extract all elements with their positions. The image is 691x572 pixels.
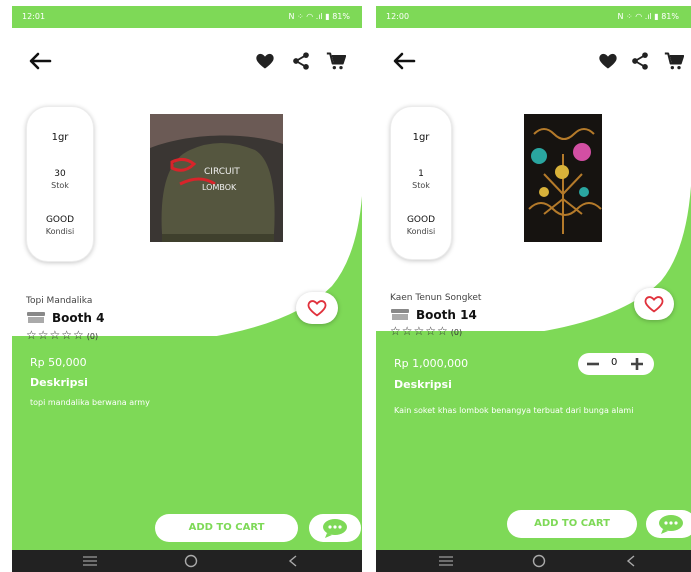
condition-stat: GOOD Kondisi	[391, 215, 451, 237]
app-toolbar	[376, 46, 691, 76]
quantity-value: 0	[611, 357, 618, 368]
quantity-stepper: 0	[578, 353, 654, 375]
add-to-cart-button[interactable]: ADD TO CART	[155, 514, 298, 542]
rating-count: (0)	[450, 328, 463, 337]
system-nav-bar	[376, 550, 691, 572]
plus-icon[interactable]	[630, 357, 644, 371]
description-title: Deskripsi	[394, 378, 452, 391]
product-price: Rp 1,000,000	[394, 357, 469, 370]
back-nav-icon[interactable]	[288, 555, 298, 567]
stock-value: 30	[54, 169, 66, 179]
stock-value: 1	[418, 169, 424, 179]
heart-outline-icon	[644, 296, 664, 313]
home-icon[interactable]	[532, 554, 546, 568]
weight-value: 1gr	[51, 132, 69, 143]
rating-stars: ☆☆☆☆☆	[390, 324, 449, 338]
recents-icon[interactable]	[82, 556, 98, 566]
booth-link[interactable]: Booth 4	[26, 311, 104, 325]
phone-screen-2: 12:00 N ⁘ ◠ .ıl ▮ 81% 1gr 1 Stok GOOD Ko…	[376, 6, 691, 572]
description-text: Kain soket khas lombok benangya terbuat …	[394, 406, 634, 415]
favorite-button[interactable]	[634, 288, 674, 320]
back-nav-icon[interactable]	[626, 555, 636, 567]
chat-icon	[323, 519, 347, 538]
share-icon[interactable]	[291, 51, 311, 71]
status-bar: 12:01 N ⁘ ◠ .ıl ▮ 81%	[12, 6, 362, 28]
status-bar: 12:00 N ⁘ ◠ .ıl ▮ 81%	[376, 6, 691, 28]
product-stats-card: 1gr 30 Stok GOOD Kondisi	[26, 106, 94, 262]
stock-label: Stok	[51, 181, 69, 190]
product-price: Rp 50,000	[30, 356, 87, 369]
chat-button[interactable]	[646, 510, 691, 538]
weight-value: 1gr	[412, 132, 430, 143]
store-icon	[27, 312, 45, 323]
condition-label: Kondisi	[45, 227, 75, 236]
cart-icon[interactable]	[326, 51, 346, 71]
product-stats-card: 1gr 1 Stok GOOD Kondisi	[390, 106, 452, 260]
rating: ☆☆☆☆☆ (0)	[26, 328, 98, 342]
app-toolbar	[12, 46, 362, 76]
product-image-songket	[524, 114, 602, 242]
home-icon[interactable]	[184, 554, 198, 568]
cap-text-1: CIRCUIT	[204, 167, 240, 177]
status-icons: N ⁘ ◠ .ıl ▮ 81%	[288, 12, 350, 21]
heart-icon[interactable]	[598, 51, 618, 71]
status-time: 12:00	[386, 12, 410, 21]
back-arrow-icon[interactable]	[28, 52, 52, 70]
share-icon[interactable]	[630, 51, 650, 71]
booth-link[interactable]: Booth 14	[390, 308, 477, 322]
product-name: Topi Mandalika	[26, 296, 93, 306]
minus-icon[interactable]	[586, 358, 600, 370]
condition-value: GOOD	[406, 215, 436, 225]
stock-stat: 1 Stok	[391, 169, 451, 191]
condition-value: GOOD	[45, 215, 75, 225]
status-time: 12:01	[22, 12, 46, 21]
rating: ☆☆☆☆☆ (0)	[390, 324, 462, 338]
stock-label: Stok	[412, 181, 430, 190]
rating-count: (0)	[86, 332, 99, 341]
recents-icon[interactable]	[438, 556, 454, 566]
heart-icon[interactable]	[255, 51, 275, 71]
chat-icon	[659, 515, 683, 534]
back-arrow-icon[interactable]	[392, 52, 416, 70]
add-to-cart-button[interactable]: ADD TO CART	[507, 510, 637, 538]
system-nav-bar	[12, 550, 362, 572]
favorite-button[interactable]	[296, 292, 338, 324]
store-icon	[391, 309, 409, 320]
product-image-cap: CIRCUIT LOMBOK	[150, 114, 283, 242]
phone-screen-1: 12:01 N ⁘ ◠ .ıl ▮ 81% 1gr 30 Stok GOOD K…	[12, 6, 362, 572]
rating-stars: ☆☆☆☆☆	[26, 328, 85, 342]
product-name: Kaen Tenun Songket	[390, 293, 482, 303]
condition-stat: GOOD Kondisi	[27, 215, 93, 237]
heart-outline-icon	[307, 300, 327, 317]
status-icons: N ⁘ ◠ .ıl ▮ 81%	[617, 12, 679, 21]
description-text: topi mandalika berwana army	[30, 398, 150, 407]
cart-icon[interactable]	[664, 51, 684, 71]
cap-text-2: LOMBOK	[202, 183, 237, 192]
booth-name: Booth 4	[52, 311, 105, 325]
booth-name: Booth 14	[416, 308, 477, 322]
chat-button[interactable]	[309, 514, 361, 542]
stock-stat: 30 Stok	[27, 169, 93, 191]
condition-label: Kondisi	[406, 227, 436, 236]
description-title: Deskripsi	[30, 376, 88, 389]
